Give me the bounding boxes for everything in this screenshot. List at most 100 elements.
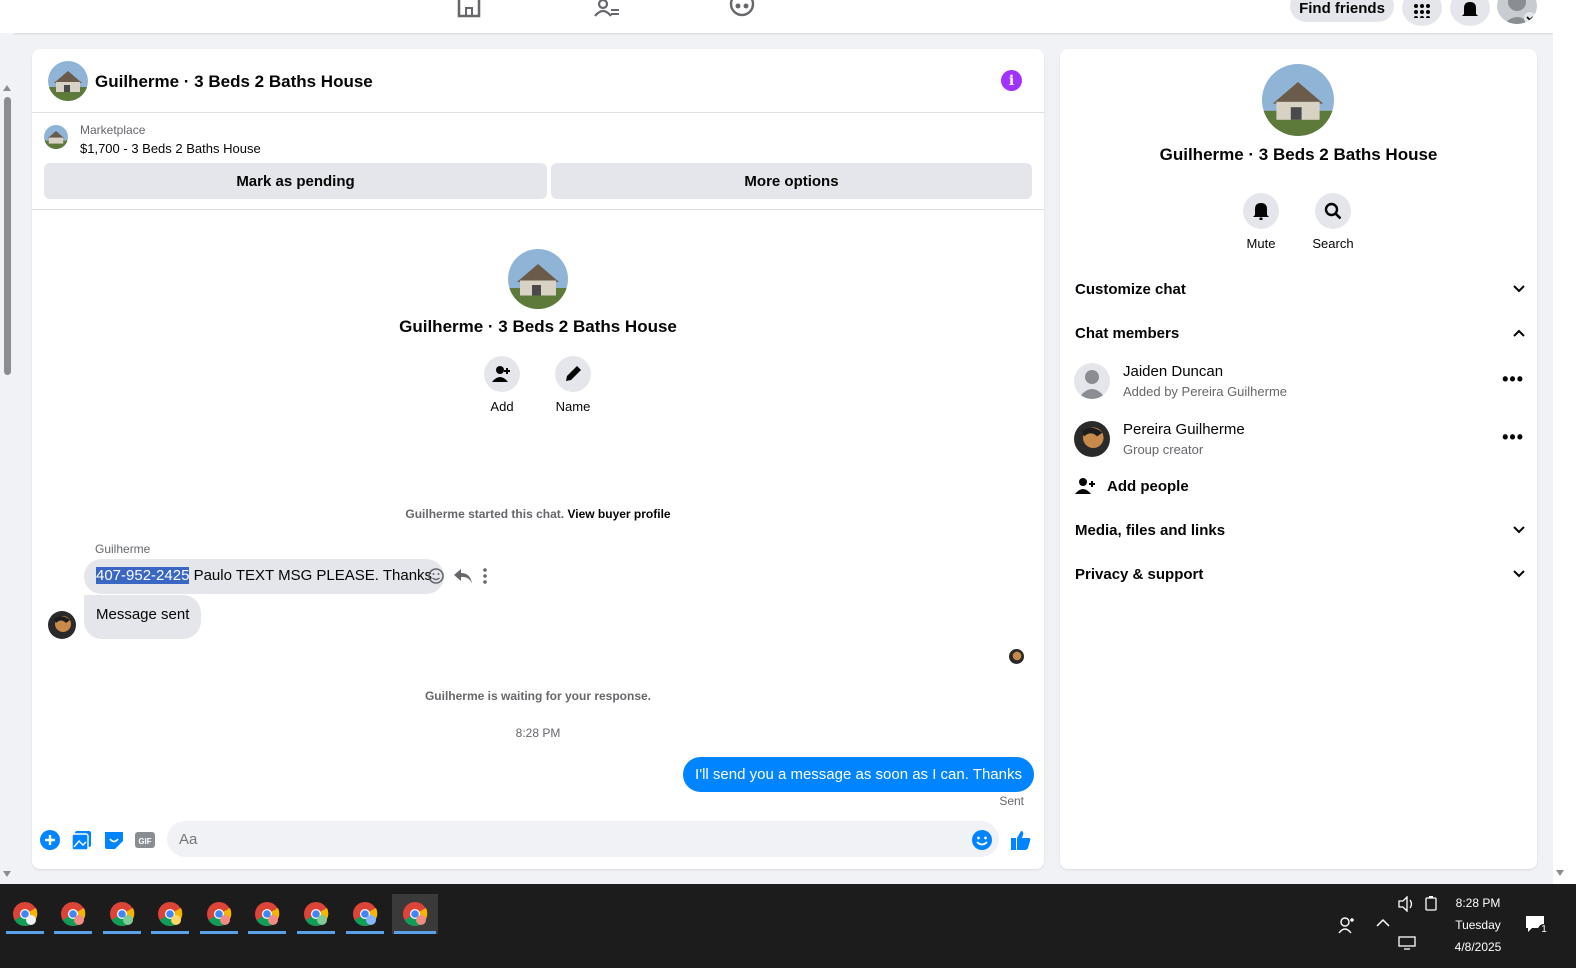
- message-input[interactable]: [167, 821, 999, 857]
- page-scrollbar[interactable]: [0, 33, 14, 881]
- more-horizontal-icon[interactable]: •••: [1502, 427, 1524, 448]
- friends-icon[interactable]: [594, 0, 620, 18]
- volume-icon[interactable]: [1397, 896, 1415, 912]
- find-friends-button[interactable]: Find friends: [1290, 0, 1394, 22]
- chrome-taskbar-button[interactable]: [198, 894, 240, 934]
- clock-day[interactable]: Tuesday: [1444, 918, 1512, 932]
- windows-taskbar: 8:28 PM Tuesday 4/8/2025 1: [0, 884, 1576, 968]
- sender-avatar[interactable]: [48, 611, 76, 639]
- chrome-icon: [61, 902, 86, 927]
- battery-icon[interactable]: [1424, 896, 1438, 912]
- chrome-taskbar-button[interactable]: [344, 894, 386, 934]
- info-icon[interactable]: i: [1001, 70, 1022, 91]
- window-scrollbar[interactable]: [1553, 0, 1576, 884]
- scrollbar-thumb[interactable]: [4, 97, 11, 375]
- chrome-icon: [110, 902, 135, 927]
- more-options-button[interactable]: More options: [551, 163, 1032, 199]
- svg-text:GIF: GIF: [138, 837, 151, 846]
- chrome-taskbar-button[interactable]: [52, 894, 94, 934]
- chevron-down-icon: [1524, 12, 1536, 24]
- plus-circle-icon[interactable]: [39, 829, 61, 851]
- privacy-support-section[interactable]: Privacy & support: [1075, 562, 1525, 586]
- selected-phone-number[interactable]: 407-952-2425: [96, 567, 190, 584]
- groups-icon[interactable]: [729, 0, 755, 18]
- people-icon[interactable]: [1338, 916, 1356, 934]
- edit-name-button[interactable]: Name: [543, 356, 603, 414]
- more-horizontal-icon[interactable]: •••: [1502, 369, 1524, 390]
- listing-title[interactable]: $1,700 - 3 Beds 2 Baths House: [80, 141, 261, 156]
- listing-avatar[interactable]: [48, 61, 88, 101]
- chevron-down-icon: [1513, 285, 1525, 293]
- reply-icon[interactable]: [453, 567, 473, 585]
- gif-icon[interactable]: GIF: [134, 829, 156, 851]
- mute-button[interactable]: Mute: [1226, 193, 1296, 251]
- sticker-icon[interactable]: [103, 829, 125, 851]
- chevron-down-icon: [1513, 526, 1525, 534]
- chrome-taskbar-button[interactable]: [246, 894, 288, 934]
- chat-panel: Guilherme · 3 Beds 2 Baths House i Marke…: [32, 49, 1044, 869]
- clock-time[interactable]: 8:28 PM: [1444, 896, 1512, 910]
- chevron-down-icon: [1513, 570, 1525, 578]
- search-button[interactable]: Search: [1298, 193, 1368, 251]
- top-navigation-bar: Find friends: [0, 0, 1553, 33]
- account-avatar[interactable]: [1497, 0, 1537, 24]
- bell-icon: [1253, 203, 1269, 220]
- message-composer: GIF: [32, 817, 1044, 869]
- marketplace-label: Marketplace: [80, 123, 146, 137]
- member-role: Group creator: [1123, 442, 1204, 457]
- chrome-taskbar-button-active[interactable]: [392, 894, 438, 934]
- outgoing-message[interactable]: I'll send you a message as soon as I can…: [683, 757, 1034, 792]
- add-member-button[interactable]: Add: [472, 356, 532, 414]
- waiting-notice: Guilherme is waiting for your response.: [424, 689, 652, 703]
- chat-details-panel: Guilherme · 3 Beds 2 Baths House Mute Se…: [1060, 49, 1537, 869]
- chrome-taskbar-button[interactable]: [4, 894, 46, 934]
- member-row[interactable]: Jaiden Duncan Added by Pereira Guilherme…: [1074, 363, 1524, 403]
- sender-name: Guilherme: [95, 542, 151, 556]
- photo-icon[interactable]: [71, 829, 93, 851]
- member-row[interactable]: Pereira Guilherme Group creator •••: [1074, 421, 1524, 461]
- group-title: Guilherme · 3 Beds 2 Baths House: [399, 317, 677, 336]
- member-role: Added by Pereira Guilherme: [1123, 384, 1288, 399]
- chrome-taskbar-button[interactable]: [295, 894, 337, 934]
- more-vertical-icon[interactable]: [481, 567, 489, 585]
- marketplace-banner: Marketplace $1,700 - 3 Beds 2 Baths Hous…: [32, 113, 1044, 210]
- view-buyer-profile-link[interactable]: View buyer profile: [567, 507, 670, 521]
- chat-header: Guilherme · 3 Beds 2 Baths House i: [32, 49, 1044, 113]
- incoming-message-2[interactable]: Message sent: [84, 595, 202, 639]
- notification-count: 1: [1538, 924, 1550, 935]
- add-person-icon: [1075, 478, 1095, 494]
- read-receipt-avatar: [1009, 649, 1024, 664]
- menu-button[interactable]: [1402, 0, 1442, 26]
- chrome-taskbar-button[interactable]: [149, 894, 191, 934]
- listing-thumbnail[interactable]: [44, 125, 68, 149]
- chat-started-notice: Guilherme started this chat. View buyer …: [405, 507, 671, 521]
- network-icon[interactable]: [1398, 936, 1416, 950]
- notifications-button[interactable]: [1450, 0, 1490, 26]
- chat-title[interactable]: Guilherme · 3 Beds 2 Baths House: [95, 72, 373, 92]
- bell-icon: [1462, 2, 1478, 16]
- chat-members-section[interactable]: Chat members: [1075, 321, 1525, 345]
- add-people-button[interactable]: Add people: [1075, 474, 1525, 498]
- chrome-icon: [255, 902, 280, 927]
- customize-chat-section[interactable]: Customize chat: [1075, 277, 1525, 301]
- chevron-up-icon[interactable]: [1376, 918, 1390, 928]
- chrome-icon: [13, 902, 38, 927]
- chrome-icon: [158, 902, 183, 927]
- member-avatar: [1074, 363, 1110, 399]
- thumbs-up-icon[interactable]: [1010, 829, 1032, 851]
- emoji-icon[interactable]: [971, 829, 993, 851]
- side-group-title: Guilherme · 3 Beds 2 Baths House: [1159, 145, 1438, 164]
- mark-as-pending-button[interactable]: Mark as pending: [44, 163, 547, 199]
- chrome-taskbar-button[interactable]: [101, 894, 143, 934]
- home-icon[interactable]: [456, 0, 482, 18]
- media-files-section[interactable]: Media, files and links: [1075, 518, 1525, 542]
- react-emoji-icon[interactable]: [427, 567, 445, 585]
- incoming-message[interactable]: 407-952-2425 Paulo TEXT MSG PLEASE. Than…: [84, 559, 445, 594]
- chevron-up-icon: [1513, 329, 1525, 337]
- clock-date[interactable]: 4/8/2025: [1444, 940, 1512, 954]
- add-person-icon: [492, 366, 510, 382]
- chrome-icon: [207, 902, 232, 927]
- chrome-icon: [403, 902, 428, 927]
- group-avatar: [508, 249, 568, 309]
- member-name: Pereira Guilherme: [1123, 421, 1245, 438]
